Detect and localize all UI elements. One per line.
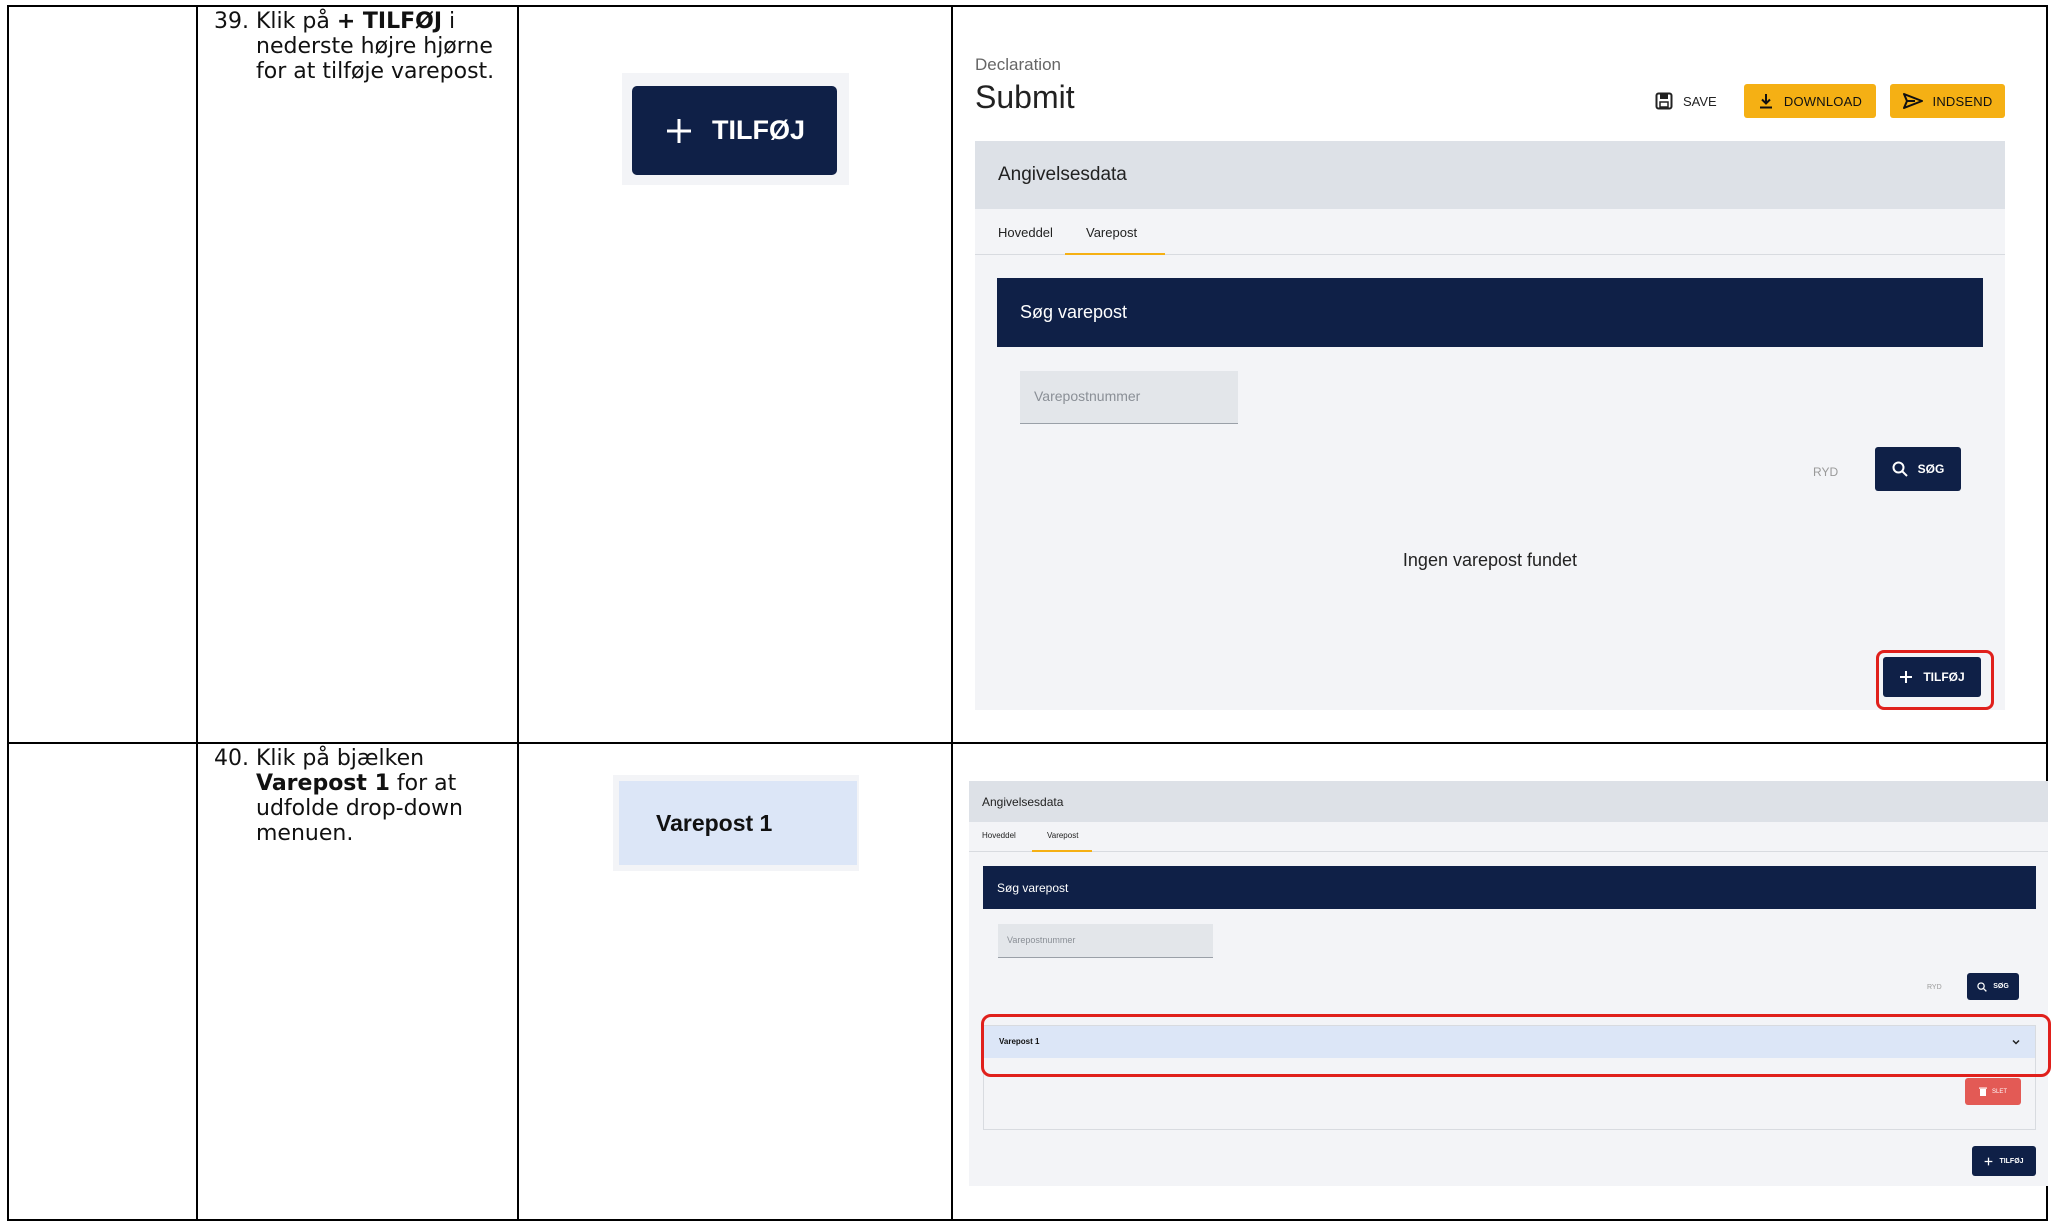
download-button[interactable]: DOWNLOAD: [1744, 84, 1876, 118]
table-col-divider-1: [196, 5, 198, 1221]
tab-varepost[interactable]: Varepost: [1032, 822, 1092, 852]
zoom-crop-varepost: Varepost 1: [613, 775, 859, 871]
breadcrumb: Declaration: [975, 55, 1061, 74]
trash-icon: [1978, 1087, 1987, 1096]
delete-button[interactable]: SLET: [1965, 1078, 2021, 1105]
download-icon: [1758, 93, 1774, 109]
empty-message: Ingen varepost fundet: [1402, 550, 1578, 570]
tab-varepost[interactable]: Varepost: [1065, 209, 1165, 255]
step-number: 39.: [214, 9, 249, 34]
tab-hoveddel[interactable]: Hoveddel: [982, 831, 1016, 840]
zoom-crop-tilfoj: TILFØJ: [622, 73, 849, 185]
search-button[interactable]: SØG: [1875, 447, 1961, 491]
tab-bar: Hoveddel Varepost: [969, 822, 2048, 852]
varepostnummer-input[interactable]: Varepostnummer: [1020, 371, 1238, 424]
highlight-box: [981, 1014, 2051, 1077]
tilfoj-button-zoom: TILFØJ: [632, 86, 837, 175]
panel-header: Angivelsesdata: [969, 781, 2048, 822]
table-row-divider: [7, 742, 2048, 744]
varepost-bar-zoom: Varepost 1: [619, 781, 857, 865]
table-border-bottom: [7, 1219, 2048, 1221]
ryd-button[interactable]: RYD: [1927, 984, 1942, 991]
varepostnummer-input[interactable]: Varepostnummer: [998, 924, 1213, 958]
search-header-bar: Søg varepost: [983, 866, 2036, 909]
indsend-button[interactable]: INDSEND: [1890, 84, 2005, 118]
tab-bar: Hoveddel Varepost: [975, 209, 2005, 255]
floppy-disk-icon: [1655, 92, 1673, 110]
angivelsesdata-panel: Angivelsesdata Hoveddel Varepost Søg var…: [975, 141, 2005, 710]
panel-header: Angivelsesdata: [975, 141, 2005, 209]
send-icon: [1902, 93, 1923, 109]
step-text: Klik på bjælken Varepost 1 for at udfold…: [256, 746, 463, 846]
search-button[interactable]: SØG: [1967, 973, 2019, 1000]
search-header-bar: Søg varepost: [997, 278, 1983, 347]
search-icon: [1977, 981, 1988, 992]
save-button[interactable]: SAVE: [1655, 89, 1717, 113]
highlight-box: [1876, 650, 1994, 710]
table-col-divider-3: [951, 5, 953, 1221]
step-number: 40.: [214, 746, 249, 771]
step-40-instruction: 40. Klik på bjælken Varepost 1 for at ud…: [214, 746, 504, 856]
page-title: Submit: [975, 79, 1075, 115]
table-col-divider-2: [517, 5, 519, 1221]
plus-icon: [664, 116, 694, 146]
app-screen-40: Angivelsesdata Hoveddel Varepost Søg var…: [969, 781, 2051, 1186]
panel-title: Angivelsesdata: [982, 795, 1064, 809]
ryd-button[interactable]: RYD: [1813, 465, 1838, 479]
tab-hoveddel[interactable]: Hoveddel: [998, 225, 1053, 240]
step-text: Klik på + TILFØJ i nederste højre hjørne…: [256, 9, 495, 84]
add-varepost-button[interactable]: TILFØJ: [1972, 1146, 2036, 1176]
step-39-instruction: 39. Klik på + TILFØJ i nederste højre hj…: [214, 9, 504, 109]
app-screen-39: Declaration Submit SAVE DOWNLOAD INDSEND…: [975, 50, 2020, 710]
table-border-left: [7, 5, 9, 1221]
search-icon: [1892, 461, 1908, 477]
plus-icon: [1984, 1157, 1993, 1166]
table-border-top: [7, 5, 2048, 7]
panel-title: Angivelsesdata: [998, 164, 1127, 185]
